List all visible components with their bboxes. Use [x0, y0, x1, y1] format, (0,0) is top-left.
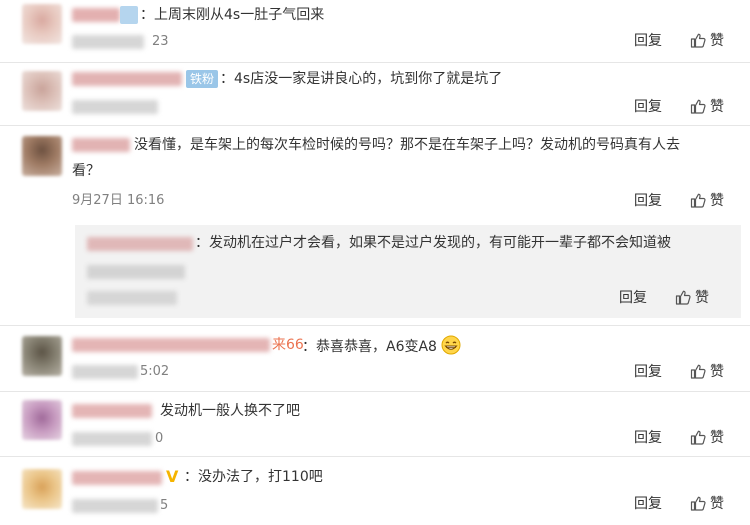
timestamp-blurred [72, 432, 152, 446]
username-tail[interactable]: 来66 [272, 335, 304, 355]
timestamp: 23 [152, 34, 169, 49]
sub-reply-text: ：发动机在过户才会看，如果不是过户发现的，有可能开一辈子都不会知道被 [195, 235, 671, 251]
thumbs-up-icon [690, 33, 706, 48]
timestamp: 5 [160, 498, 169, 513]
comment-item: 铁粉 ：4s店没一家是讲良心的，坑到你了就是坑了 回复 赞 [0, 63, 750, 125]
comment-text-line1: 没看懂，是车架上的每次车检时候的号吗？那不是在车架子上吗？发动机的号码真有人去 [134, 137, 680, 153]
reply-button[interactable]: 回复 [619, 288, 647, 308]
username[interactable] [72, 471, 162, 485]
reply-button[interactable]: 回复 [634, 191, 662, 211]
like-button[interactable]: 赞 [675, 288, 709, 308]
timestamp-blurred [72, 499, 158, 513]
username[interactable] [72, 404, 152, 418]
thumbs-up-icon [690, 99, 706, 114]
avatar[interactable] [22, 469, 62, 509]
comment-text: ：上周末刚从4s一肚子气回来 [140, 7, 325, 23]
comment-text: ：恭喜恭喜，A6变A8 [302, 335, 461, 357]
sub-reply-box: ：发动机在过户才会看，如果不是过户发现的，有可能开一辈子都不会知道被 回复 赞 [75, 225, 741, 318]
like-label: 赞 [710, 496, 724, 512]
reply-button[interactable]: 回复 [634, 494, 662, 514]
like-button[interactable]: 赞 [690, 362, 724, 382]
timestamp-blurred [72, 35, 144, 49]
like-label: 赞 [710, 430, 724, 446]
grin-emoji-icon [441, 335, 461, 355]
timestamp-blurred [72, 365, 138, 379]
username[interactable] [72, 8, 120, 22]
like-button[interactable]: 赞 [690, 97, 724, 117]
thumbs-up-icon [690, 193, 706, 208]
reply-button[interactable]: 回复 [634, 362, 662, 382]
comment-text: ：4s店没一家是讲良心的，坑到你了就是坑了 [220, 71, 503, 87]
like-label: 赞 [710, 33, 724, 49]
avatar[interactable] [22, 136, 62, 176]
fan-badge [120, 6, 138, 24]
avatar[interactable] [22, 71, 62, 111]
comment-item: ：上周末刚从4s一肚子气回来 23 回复 赞 [0, 0, 750, 62]
thumbs-up-icon [675, 290, 691, 305]
sub-reply-text-blurred [87, 265, 185, 279]
thumbs-up-icon [690, 364, 706, 379]
comment-item: 没看懂，是车架上的每次车检时候的号吗？那不是在车架子上吗？发动机的号码真有人去 … [0, 126, 750, 221]
avatar[interactable] [22, 336, 62, 376]
reply-button[interactable]: 回复 [634, 31, 662, 51]
comment-item: 发动机一般人换不了吧 0 回复 赞 [0, 392, 750, 456]
comment-item: V ：没办法了，打110吧 5 回复 赞 [0, 457, 750, 525]
comment-text-content: ：恭喜恭喜，A6变A8 [302, 339, 437, 355]
username[interactable] [72, 72, 182, 86]
like-button[interactable]: 赞 [690, 31, 724, 51]
like-button[interactable]: 赞 [690, 494, 724, 514]
timestamp-blurred [72, 100, 158, 114]
comment-item: 来66 ：恭喜恭喜，A6变A8 5:02 回复 赞 [0, 326, 750, 391]
timestamp: 5:02 [140, 364, 170, 379]
username[interactable] [72, 138, 130, 152]
thumbs-up-icon [690, 496, 706, 511]
username[interactable] [87, 237, 193, 251]
like-label: 赞 [710, 193, 724, 209]
avatar[interactable] [22, 400, 62, 440]
timestamp: 9月27日 16:16 [72, 193, 165, 208]
like-label: 赞 [710, 364, 724, 380]
like-button[interactable]: 赞 [690, 191, 724, 211]
thumbs-up-icon [690, 430, 706, 445]
timestamp: 0 [155, 431, 164, 446]
username[interactable] [72, 338, 270, 352]
timestamp-blurred [87, 291, 177, 305]
fan-badge: 铁粉 [186, 70, 219, 88]
reply-button[interactable]: 回复 [634, 97, 662, 117]
like-label: 赞 [710, 99, 724, 115]
verified-badge: V [166, 467, 179, 486]
comment-text: ：没办法了，打110吧 [184, 469, 323, 485]
comment-text: 发动机一般人换不了吧 [160, 403, 300, 419]
like-label: 赞 [695, 290, 709, 306]
reply-button[interactable]: 回复 [634, 428, 662, 448]
avatar[interactable] [22, 4, 62, 44]
like-button[interactable]: 赞 [690, 428, 724, 448]
comment-text-line2: 看？ [72, 163, 100, 179]
